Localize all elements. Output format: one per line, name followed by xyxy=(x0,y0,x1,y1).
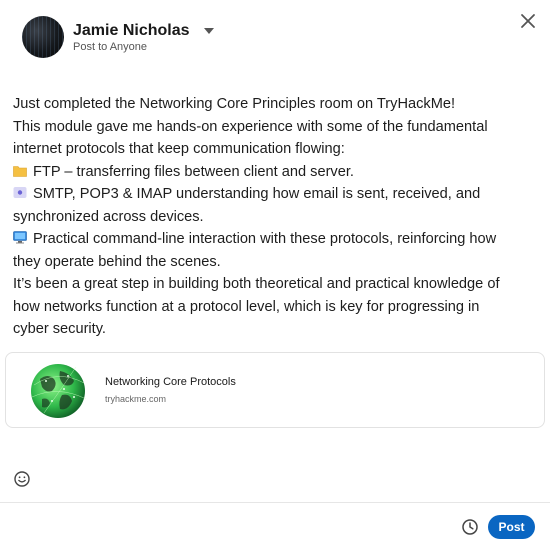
post-line: synchronized across devices. xyxy=(13,208,204,225)
post-line: internet protocols that keep communicati… xyxy=(13,141,345,157)
clock-icon[interactable] xyxy=(461,518,479,536)
footer-divider xyxy=(0,502,550,503)
post-line: Just completed the Networking Core Princ… xyxy=(13,96,456,112)
post-line-cli: Practical command-line interaction with … xyxy=(13,228,533,251)
close-icon[interactable] xyxy=(518,11,538,31)
post-visibility[interactable]: Post to Anyone xyxy=(73,41,147,53)
post-line-text: SMTP, POP3 & IMAP understanding how emai… xyxy=(33,186,481,202)
email-icon xyxy=(13,187,27,198)
post-line: This module gave me hands-on experience … xyxy=(13,118,488,135)
link-domain: tryhackme.com xyxy=(105,394,167,404)
post-editor[interactable]: Just completed the Networking Core Princ… xyxy=(13,93,533,341)
avatar xyxy=(22,16,64,58)
computer-icon xyxy=(13,231,27,244)
author-selector[interactable]: Jamie Nicholas xyxy=(73,22,214,40)
folder-icon xyxy=(13,165,27,177)
post-line: cyber security. xyxy=(13,321,106,337)
caret-down-icon xyxy=(203,28,214,34)
post-button[interactable]: Post xyxy=(488,515,535,539)
post-line: It’s been a great step in building both … xyxy=(13,276,500,292)
post-line: how networks function at a protocol leve… xyxy=(13,298,480,315)
globe-thumbnail xyxy=(31,364,87,418)
link-title: Networking Core Protocols xyxy=(105,376,236,388)
post-line-email: SMTP, POP3 & IMAP understanding how emai… xyxy=(13,183,533,206)
post-line-text: FTP – transferring files between client … xyxy=(33,163,354,180)
link-preview-card[interactable]: Networking Core Protocols tryhackme.com xyxy=(5,352,545,428)
author-name: Jamie Nicholas xyxy=(73,22,190,39)
post-line-ftp: FTP – transferring files between client … xyxy=(13,161,533,184)
smiley-icon[interactable] xyxy=(13,470,31,488)
post-line-text: Practical command-line interaction with … xyxy=(33,231,497,247)
post-line: they operate behind the scenes. xyxy=(13,253,221,270)
